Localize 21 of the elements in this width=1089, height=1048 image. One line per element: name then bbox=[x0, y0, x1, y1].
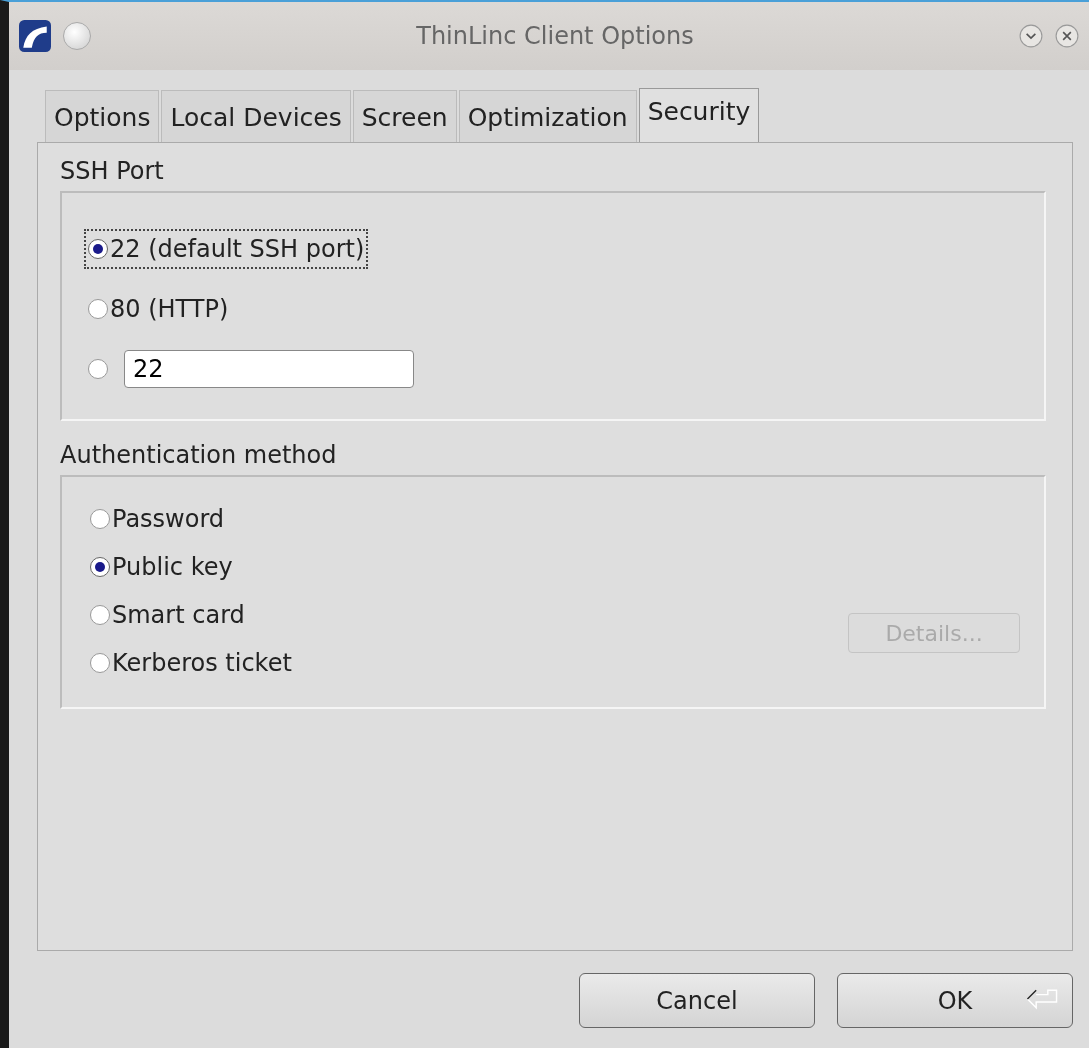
tab[interactable]: Screen bbox=[352, 90, 457, 142]
radio-button[interactable]: 22 (default SSH port) bbox=[84, 229, 369, 269]
radio-button[interactable]: Kerberos ticket bbox=[86, 643, 296, 683]
minimize-button[interactable] bbox=[1019, 24, 1043, 48]
dialog-button[interactable]: OK bbox=[837, 973, 1073, 1028]
menu-button[interactable] bbox=[63, 22, 91, 50]
dialog-button[interactable]: Cancel bbox=[579, 973, 815, 1028]
tab[interactable]: Options bbox=[45, 90, 160, 142]
radio-button[interactable]: 80 (HTTP) bbox=[84, 289, 233, 329]
radio-button[interactable]: Smart card bbox=[86, 595, 249, 635]
radio-button[interactable]: Password bbox=[86, 499, 229, 539]
tab[interactable]: Optimization bbox=[458, 90, 637, 142]
radio-button[interactable]: Public key bbox=[86, 547, 237, 587]
close-button[interactable] bbox=[1055, 24, 1079, 48]
window-title: ThinLinc Client Options bbox=[415, 22, 695, 50]
tab[interactable]: Local Devices bbox=[161, 90, 351, 142]
app-logo-icon bbox=[19, 20, 51, 52]
tab[interactable]: Security bbox=[638, 88, 760, 142]
port-field[interactable]: 22 bbox=[124, 350, 414, 388]
group-title: SSH Port bbox=[60, 157, 164, 185]
group-title: Authentication method bbox=[60, 441, 337, 469]
